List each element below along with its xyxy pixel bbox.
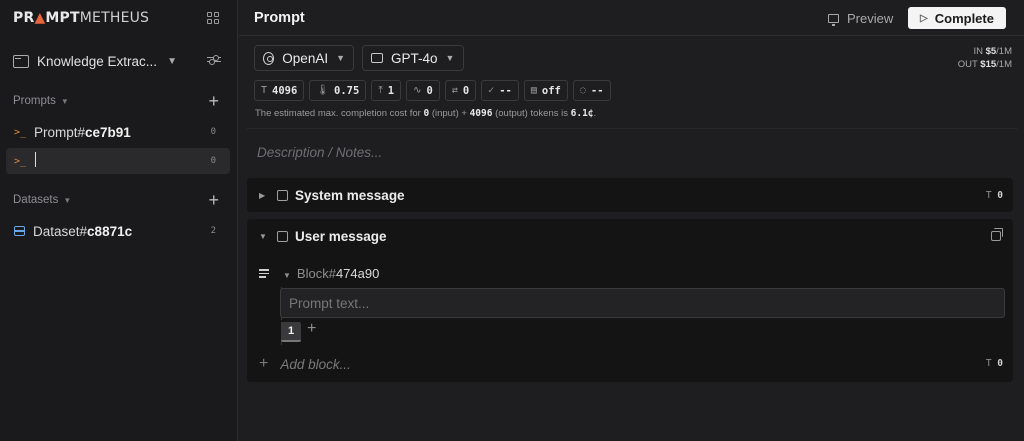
model-name: GPT-4o xyxy=(391,50,438,66)
block-header[interactable]: ▼ Block#474a90 xyxy=(283,266,379,281)
user-token-count: T 0 xyxy=(985,358,1003,369)
caret-down-icon[interactable]: ▼ xyxy=(63,196,71,205)
caret-down-icon[interactable]: ▼ xyxy=(61,97,69,106)
copy-icon[interactable] xyxy=(991,228,1003,241)
chevron-down-icon: ▼ xyxy=(336,53,345,63)
page-title: Prompt xyxy=(254,10,305,26)
add-block-label: Add block... xyxy=(280,356,351,372)
chat-icon xyxy=(371,53,383,63)
plus-icon: + xyxy=(259,355,269,372)
pricing-info: IN $5/1M OUT $15/1M xyxy=(958,45,1012,71)
user-message-panel: ▼ User message ▼Block#474a90 1 + + Add b… xyxy=(247,219,1013,382)
prompt-name-input[interactable] xyxy=(34,152,36,170)
model-select[interactable]: GPT-4o ▼ xyxy=(362,45,464,71)
sidebar-item-dataset[interactable]: Dataset#c8871c 2 xyxy=(6,218,230,244)
description-notes-field[interactable]: Description / Notes... xyxy=(257,145,382,160)
system-message-header[interactable]: ▶ System message T 0 xyxy=(247,178,1013,212)
openai-icon xyxy=(263,51,275,65)
param-seed[interactable]: ◌ -- xyxy=(572,80,611,101)
text-cursor xyxy=(35,152,36,167)
project-selector[interactable]: Knowledge Extrac... ▼ xyxy=(13,50,225,72)
expand-icon[interactable]: ▶ xyxy=(259,191,265,200)
chevron-down-icon: ▼ xyxy=(445,53,455,63)
provider-select[interactable]: OpenAI ▼ xyxy=(254,45,354,71)
dataset-name: Dataset#c8871c xyxy=(33,223,133,239)
logo-part-1: PR xyxy=(13,10,35,26)
logo[interactable]: PR▲MPTMETHEUS xyxy=(13,10,149,26)
param-top-p[interactable]: ⤒ 1 xyxy=(371,80,402,101)
dataset-icon xyxy=(14,226,25,236)
system-message-title: System message xyxy=(295,187,405,203)
response-format-icon: ✓ xyxy=(488,85,495,96)
prompt-count: 0 xyxy=(210,127,216,137)
complete-button[interactable]: ▷ Complete xyxy=(908,7,1006,29)
prompt-count: 0 xyxy=(210,156,216,166)
sidebar-item-prompt-new[interactable]: >_ 0 xyxy=(6,148,230,174)
preview-button[interactable]: Preview xyxy=(828,11,893,26)
pricing-out: OUT $15/1M xyxy=(957,59,1012,70)
sidebar: PR▲MPTMETHEUS Knowledge Extrac... ▼ Prom… xyxy=(0,0,238,441)
add-block-button[interactable]: + Add block... xyxy=(259,355,351,373)
folder-icon xyxy=(13,54,29,68)
play-icon: ▷ xyxy=(920,12,928,24)
param-json-mode[interactable]: ▤ off xyxy=(523,80,568,101)
settings-sliders-icon[interactable] xyxy=(207,54,221,67)
flame-icon: ▲ xyxy=(34,10,46,26)
main-panel: Prompt Preview ▷ Complete OpenAI ▼ GPT-4… xyxy=(239,0,1024,441)
prompts-section-header: Prompts ▼ + xyxy=(13,92,225,110)
dataset-count: 2 xyxy=(210,226,216,236)
user-icon xyxy=(277,230,288,242)
user-message-title: User message xyxy=(295,228,387,244)
preview-label: Preview xyxy=(847,11,894,26)
version-tab[interactable]: 1 xyxy=(281,322,301,342)
sidebar-item-prompt[interactable]: >_ Prompt#ce7b91 0 xyxy=(6,119,230,145)
prompt-text-input[interactable] xyxy=(280,288,1005,318)
system-message-panel: ▶ System message T 0 xyxy=(247,178,1013,212)
logo-part-3: METHEUS xyxy=(79,10,150,26)
param-response-format[interactable]: ✓ -- xyxy=(481,80,519,101)
caret-down-icon: ▼ xyxy=(283,271,291,280)
datasets-label: Datasets xyxy=(13,194,59,206)
json-mode-icon: ▤ xyxy=(530,85,537,96)
provider-name: OpenAI xyxy=(282,50,329,66)
user-message-header[interactable]: ▼ User message xyxy=(247,219,1013,253)
seed-icon: ◌ xyxy=(579,85,586,96)
top-p-icon: ⤒ xyxy=(378,85,383,96)
text-lines-icon xyxy=(259,269,269,280)
prompt-name: Prompt#ce7b91 xyxy=(34,124,131,140)
terminal-icon: >_ xyxy=(14,155,27,167)
logo-part-2: MPT xyxy=(45,10,80,26)
apps-grid-icon[interactable] xyxy=(207,12,219,24)
param-max-tokens[interactable]: T 4096 xyxy=(254,80,305,101)
datasets-section-header: Datasets ▼ + xyxy=(13,191,225,209)
parameter-chips: T 4096 🌡 0.75 ⤒ 1 ∿ 0 ⇄ 0 ✓ -- ▤ off ◌ -- xyxy=(254,80,611,101)
param-temperature[interactable]: 🌡 0.75 xyxy=(309,80,367,101)
param-presence-penalty[interactable]: ⇄ 0 xyxy=(444,80,477,101)
monitor-icon xyxy=(828,14,839,26)
chevron-down-icon: ▼ xyxy=(167,55,177,67)
frequency-penalty-icon: ∿ xyxy=(413,85,422,96)
param-frequency-penalty[interactable]: ∿ 0 xyxy=(406,80,440,101)
cost-estimate: The estimated max. completion cost for 0… xyxy=(255,108,597,119)
divider xyxy=(247,128,1017,129)
add-version-button[interactable]: + xyxy=(307,320,316,338)
top-bar: Prompt Preview ▷ Complete xyxy=(239,0,1024,36)
prompts-label: Prompts xyxy=(13,95,56,107)
temperature-icon: 🌡 xyxy=(316,85,330,96)
presence-penalty-icon: ⇄ xyxy=(451,85,458,96)
complete-label: Complete xyxy=(934,10,994,26)
project-name: Knowledge Extrac... xyxy=(37,53,158,69)
max-tokens-icon: T xyxy=(261,85,268,96)
add-dataset-button[interactable]: + xyxy=(208,191,219,209)
terminal-icon: >_ xyxy=(14,126,27,138)
system-token-count: T 0 xyxy=(985,189,1003,201)
system-icon xyxy=(277,189,288,201)
collapse-icon[interactable]: ▼ xyxy=(259,232,267,241)
pricing-in: IN $5/1M xyxy=(973,46,1012,57)
add-prompt-button[interactable]: + xyxy=(208,92,219,110)
